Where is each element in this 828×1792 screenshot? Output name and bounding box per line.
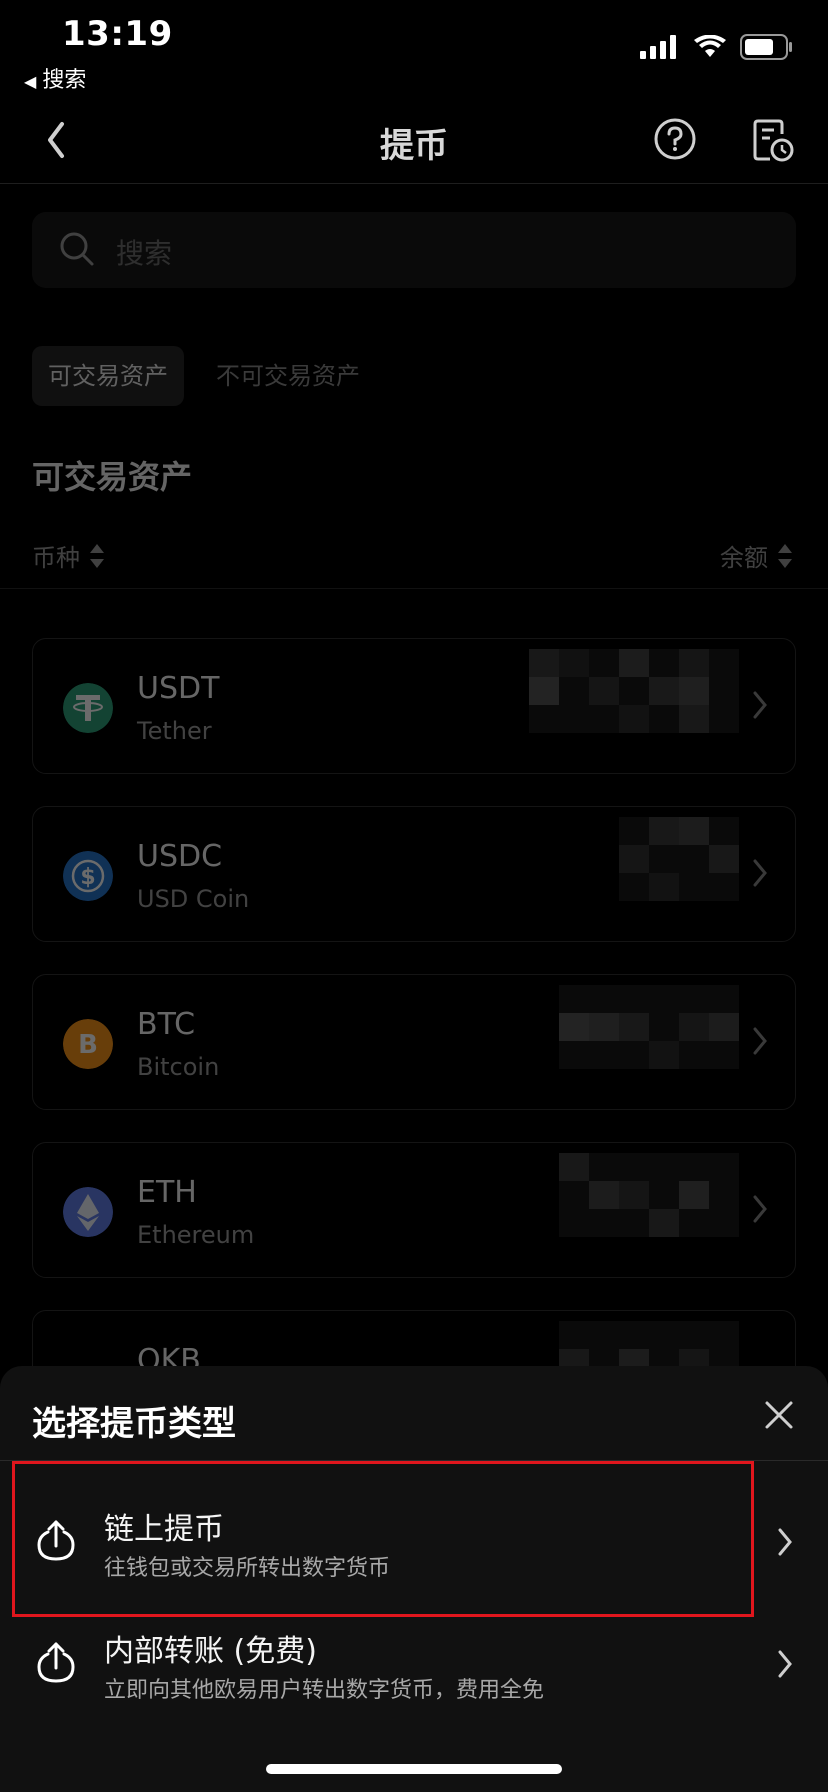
divider: [0, 588, 828, 589]
column-balance-sort[interactable]: 余额: [720, 538, 792, 573]
column-balance-label: 余额: [720, 544, 768, 572]
blurred-balance: [529, 649, 739, 733]
highlight-annotation-box: [12, 1461, 754, 1617]
search-placeholder: 搜索: [116, 237, 173, 270]
coin-symbol: ETH: [137, 1175, 197, 1210]
coin-name: USD Coin: [137, 885, 250, 913]
coin-name: Bitcoin: [137, 1053, 220, 1081]
coin-row-usdc[interactable]: $ USDC USD Coin: [32, 806, 796, 942]
status-bar: 13:19 ◀ 搜索: [0, 0, 828, 96]
tab-non-tradable-assets[interactable]: 不可交易资产: [216, 346, 360, 406]
tether-logo-icon: [63, 683, 113, 733]
coin-row-btc[interactable]: B BTC Bitcoin: [32, 974, 796, 1110]
blurred-balance: [559, 985, 739, 1069]
chevron-right-icon: [778, 1528, 792, 1556]
chevron-right-icon: [753, 1027, 767, 1055]
back-triangle-icon: ◀: [24, 72, 37, 91]
bitcoin-logo-icon: B: [63, 1019, 113, 1069]
ethereum-logo-icon: [63, 1187, 113, 1237]
tab-tradable-assets[interactable]: 可交易资产: [32, 346, 184, 406]
usdc-logo-icon: $: [63, 851, 113, 901]
blurred-balance: [559, 1153, 739, 1237]
coin-row-usdt[interactable]: USDT Tether: [32, 638, 796, 774]
coin-symbol: BTC: [137, 1007, 196, 1042]
search-icon: [60, 232, 94, 266]
column-coin-label: 币种: [32, 544, 80, 572]
nav-bar: 提币: [0, 96, 828, 184]
coin-symbol: USDT: [137, 671, 220, 706]
sheet-title: 选择提币类型: [32, 1404, 236, 1444]
svg-text:B: B: [78, 1030, 98, 1060]
search-bar[interactable]: 搜索: [32, 212, 796, 288]
sort-arrows-icon: [90, 542, 104, 570]
section-title: 可交易资产: [32, 458, 193, 496]
battery-icon: [740, 34, 792, 60]
history-record-icon[interactable]: [752, 118, 794, 162]
help-icon[interactable]: [652, 116, 698, 162]
option-internal-transfer[interactable]: 内部转账 (免费) 立即向其他欧易用户转出数字货币，费用全免: [0, 1598, 828, 1728]
chevron-right-icon: [753, 691, 767, 719]
upload-icon: [37, 1642, 75, 1683]
cellular-signal-icon: [640, 35, 676, 59]
coin-name: Tether: [137, 717, 212, 745]
coin-name: Ethereum: [137, 1221, 255, 1249]
wifi-icon: [694, 35, 726, 57]
chevron-right-icon: [778, 1650, 792, 1678]
coin-symbol: USDC: [137, 839, 223, 874]
sort-arrows-icon: [778, 542, 792, 570]
chevron-right-icon: [753, 859, 767, 887]
svg-text:$: $: [80, 865, 95, 890]
back-app-label: 搜索: [42, 68, 87, 93]
column-coin-sort[interactable]: 币种: [32, 538, 104, 573]
blurred-balance: [619, 817, 739, 901]
chevron-right-icon: [753, 1195, 767, 1223]
home-indicator: [266, 1764, 562, 1774]
status-icons: [640, 34, 794, 60]
page-title: 提币: [380, 126, 448, 166]
option-title: 内部转账 (免费): [104, 1634, 317, 1669]
close-icon[interactable]: [764, 1400, 794, 1430]
option-description: 立即向其他欧易用户转出数字货币，费用全免: [104, 1678, 545, 1703]
status-time: 13:19: [62, 14, 173, 54]
coin-row-eth[interactable]: ETH Ethereum: [32, 1142, 796, 1278]
back-to-app-link[interactable]: ◀ 搜索: [24, 62, 86, 94]
